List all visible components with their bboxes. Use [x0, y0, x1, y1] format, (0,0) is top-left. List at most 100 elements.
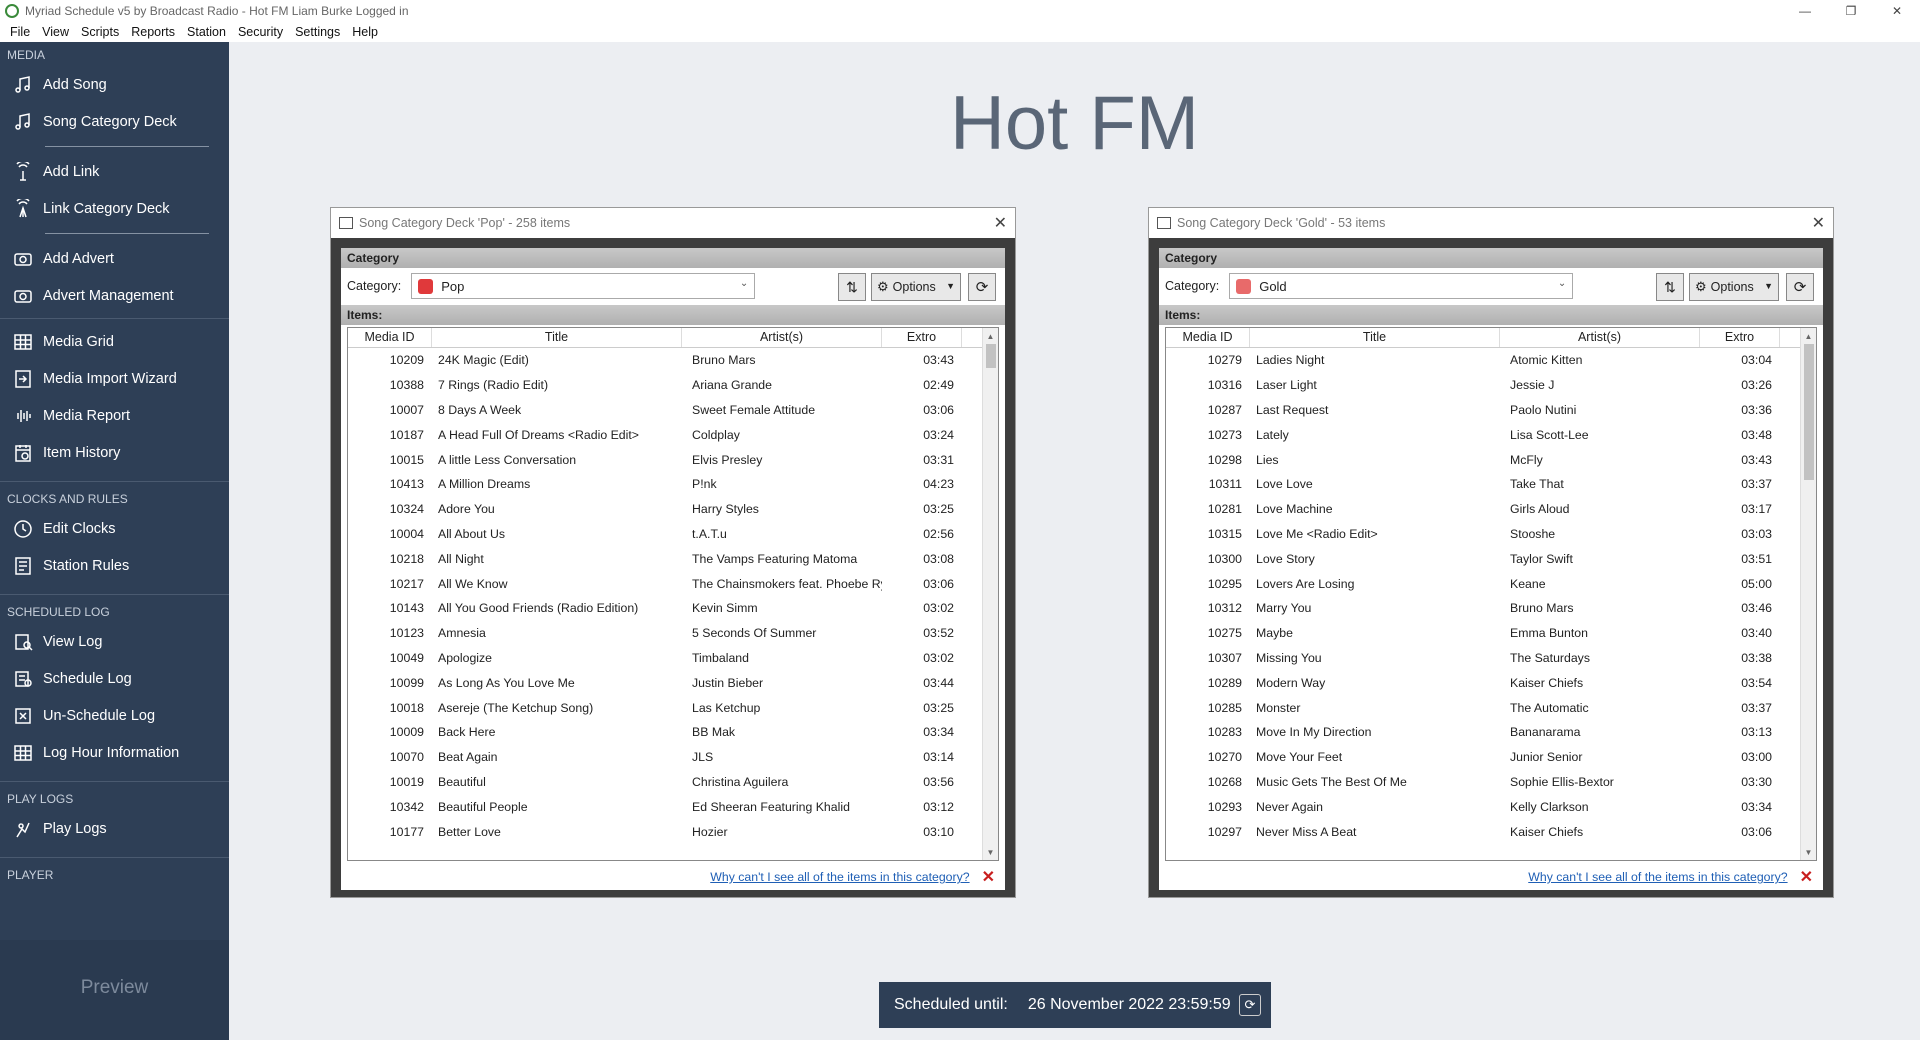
close-red-icon[interactable]: ✕ [982, 867, 995, 887]
refresh-button[interactable]: ⟳ [968, 273, 996, 301]
menu-station[interactable]: Station [181, 25, 232, 39]
column-header-artists[interactable]: Artist(s) [1500, 328, 1700, 347]
table-row[interactable]: 10316 Laser Light Jessie J 03:26 [1166, 373, 1816, 398]
table-row[interactable]: 10289 Modern Way Kaiser Chiefs 03:54 [1166, 670, 1816, 695]
close-red-icon[interactable]: ✕ [1800, 867, 1813, 887]
sidebar-item-add-link[interactable]: Add Link [0, 153, 229, 190]
table-row[interactable]: 10143 All You Good Friends (Radio Edition… [348, 596, 998, 621]
table-row[interactable]: 10293 Never Again Kelly Clarkson 03:34 [1166, 794, 1816, 819]
table-row[interactable]: 10413 A Million Dreams P!nk 04:23 [348, 472, 998, 497]
menu-file[interactable]: File [4, 25, 36, 39]
table-row[interactable]: 10342 Beautiful People Ed Sheeran Featurin… [348, 794, 998, 819]
sidebar-item-play-logs[interactable]: Play Logs [0, 810, 229, 847]
sidebar-item-log-hour-information[interactable]: Log Hour Information [0, 734, 229, 771]
column-header-media-id[interactable]: Media ID [1166, 328, 1250, 347]
table-row[interactable]: 10187 A Head Full Of Dreams <Radio Edit> C… [348, 422, 998, 447]
table-row[interactable]: 10287 Last Request Paolo Nutini 03:36 [1166, 398, 1816, 423]
table-row[interactable]: 10270 Move Your Feet Junior Senior 03:00 [1166, 745, 1816, 770]
refresh-icon[interactable]: ⟳ [1239, 994, 1261, 1016]
table-row[interactable]: 10049 Apologize Timbaland 03:02 [348, 646, 998, 671]
sidebar-item-media-report[interactable]: Media Report [0, 397, 229, 434]
table-row[interactable]: 10388 7 Rings (Radio Edit) Ariana Grande 02… [348, 373, 998, 398]
sort-button[interactable]: ⇅ [1656, 273, 1684, 301]
table-row[interactable]: 10307 Missing You The Saturdays 03:38 [1166, 646, 1816, 671]
scroll-down-icon[interactable]: ▼ [983, 844, 998, 860]
table-row[interactable]: 10099 As Long As You Love Me Justin Bieber… [348, 670, 998, 695]
menu-help[interactable]: Help [346, 25, 384, 39]
column-header-artists[interactable]: Artist(s) [682, 328, 882, 347]
column-header-title[interactable]: Title [432, 328, 682, 347]
sidebar-item-advert-management[interactable]: Advert Management [0, 277, 229, 314]
table-row[interactable]: 10295 Lovers Are Losing Keane 05:00 [1166, 571, 1816, 596]
table-row[interactable]: 10218 All Night The Vamps Featuring Matoma… [348, 546, 998, 571]
table-row[interactable]: 10177 Better Love Hozier 03:10 [348, 819, 998, 844]
sidebar-item-media-import-wizard[interactable]: Media Import Wizard [0, 360, 229, 397]
sidebar-item-schedule-log[interactable]: Schedule Log [0, 660, 229, 697]
sort-button[interactable]: ⇅ [838, 273, 866, 301]
vertical-scrollbar[interactable]: ▲ ▼ [982, 328, 998, 860]
sidebar-item-station-rules[interactable]: Station Rules [0, 547, 229, 584]
table-row[interactable]: 10007 8 Days A Week Sweet Female Attitude 0… [348, 398, 998, 423]
sidebar-item-add-song[interactable]: Add Song [0, 66, 229, 103]
help-link[interactable]: Why can't I see all of the items in this… [1528, 870, 1787, 884]
column-header-extro[interactable]: Extro [882, 328, 962, 347]
close-icon[interactable]: ✕ [1812, 213, 1825, 233]
sidebar-item-song-category-deck[interactable]: Song Category Deck [0, 103, 229, 140]
table-row[interactable]: 10004 All About Us t.A.T.u 02:56 [348, 522, 998, 547]
table-row[interactable]: 10018 Asereje (The Ketchup Song) Las Ketch… [348, 695, 998, 720]
menu-scripts[interactable]: Scripts [75, 25, 125, 39]
table-row[interactable]: 10285 Monster The Automatic 03:37 [1166, 695, 1816, 720]
category-select[interactable]: Gold ⌄ [1229, 273, 1574, 299]
menu-security[interactable]: Security [232, 25, 289, 39]
column-header-title[interactable]: Title [1250, 328, 1500, 347]
table-row[interactable]: 10123 Amnesia 5 Seconds Of Summer 03:52 [348, 621, 998, 646]
scroll-up-icon[interactable]: ▲ [1801, 328, 1816, 344]
menu-reports[interactable]: Reports [125, 25, 181, 39]
sidebar-item-add-advert[interactable]: Add Advert [0, 240, 229, 277]
sidebar-item-view-log[interactable]: View Log [0, 623, 229, 660]
table-row[interactable]: 10070 Beat Again JLS 03:14 [348, 745, 998, 770]
table-row[interactable]: 10283 Move In My Direction Bananarama 03:13 [1166, 720, 1816, 745]
table-row[interactable]: 10009 Back Here BB Mak 03:34 [348, 720, 998, 745]
table-row[interactable]: 10281 Love Machine Girls Aloud 03:17 [1166, 497, 1816, 522]
table-row[interactable]: 10300 Love Story Taylor Swift 03:51 [1166, 546, 1816, 571]
restore-button[interactable]: ❐ [1828, 0, 1874, 22]
preview-label[interactable]: Preview [0, 977, 229, 999]
minimize-button[interactable]: — [1782, 0, 1828, 22]
refresh-button[interactable]: ⟳ [1786, 273, 1814, 301]
table-row[interactable]: 10275 Maybe Emma Bunton 03:40 [1166, 621, 1816, 646]
sidebar-item-item-history[interactable]: Item History [0, 434, 229, 471]
table-row[interactable]: 10268 Music Gets The Best Of Me Sophie Ell… [1166, 770, 1816, 795]
options-button[interactable]: ⚙ Options ▼ [871, 273, 961, 301]
table-row[interactable]: 10315 Love Me <Radio Edit> Stooshe 03:03 [1166, 522, 1816, 547]
table-row[interactable]: 10311 Love Love Take That 03:37 [1166, 472, 1816, 497]
close-window-button[interactable]: ✕ [1874, 0, 1920, 22]
table-row[interactable]: 10279 Ladies Night Atomic Kitten 03:04 [1166, 348, 1816, 373]
table-row[interactable]: 10209 24K Magic (Edit) Bruno Mars 03:43 [348, 348, 998, 373]
table-row[interactable]: 10015 A little Less Conversation Elvis Pre… [348, 447, 998, 472]
menu-settings[interactable]: Settings [289, 25, 346, 39]
table-row[interactable]: 10324 Adore You Harry Styles 03:25 [348, 497, 998, 522]
close-icon[interactable]: ✕ [994, 213, 1007, 233]
table-row[interactable]: 10273 Lately Lisa Scott-Lee 03:48 [1166, 422, 1816, 447]
sidebar-item-media-grid[interactable]: Media Grid [0, 323, 229, 360]
table-row[interactable]: 10312 Marry You Bruno Mars 03:46 [1166, 596, 1816, 621]
scrollbar-thumb[interactable] [986, 344, 996, 368]
scroll-up-icon[interactable]: ▲ [983, 328, 998, 344]
column-header-extro[interactable]: Extro [1700, 328, 1780, 347]
help-link[interactable]: Why can't I see all of the items in this… [710, 870, 969, 884]
options-button[interactable]: ⚙ Options ▼ [1689, 273, 1779, 301]
table-row[interactable]: 10217 All We Know The Chainsmokers feat. P… [348, 571, 998, 596]
vertical-scrollbar[interactable]: ▲ ▼ [1800, 328, 1816, 860]
table-row[interactable]: 10019 Beautiful Christina Aguilera 03:56 [348, 770, 998, 795]
sidebar-item-edit-clocks[interactable]: Edit Clocks [0, 510, 229, 547]
sidebar-item-link-category-deck[interactable]: Link Category Deck [0, 190, 229, 227]
column-header-media-id[interactable]: Media ID [348, 328, 432, 347]
category-select[interactable]: Pop ⌄ [411, 273, 756, 299]
menu-view[interactable]: View [36, 25, 75, 39]
table-row[interactable]: 10298 Lies McFly 03:43 [1166, 447, 1816, 472]
scrollbar-thumb[interactable] [1804, 344, 1814, 480]
scroll-down-icon[interactable]: ▼ [1801, 844, 1816, 860]
sidebar-item-unschedule-log[interactable]: Un-Schedule Log [0, 697, 229, 734]
table-row[interactable]: 10297 Never Miss A Beat Kaiser Chiefs 03:06 [1166, 819, 1816, 844]
